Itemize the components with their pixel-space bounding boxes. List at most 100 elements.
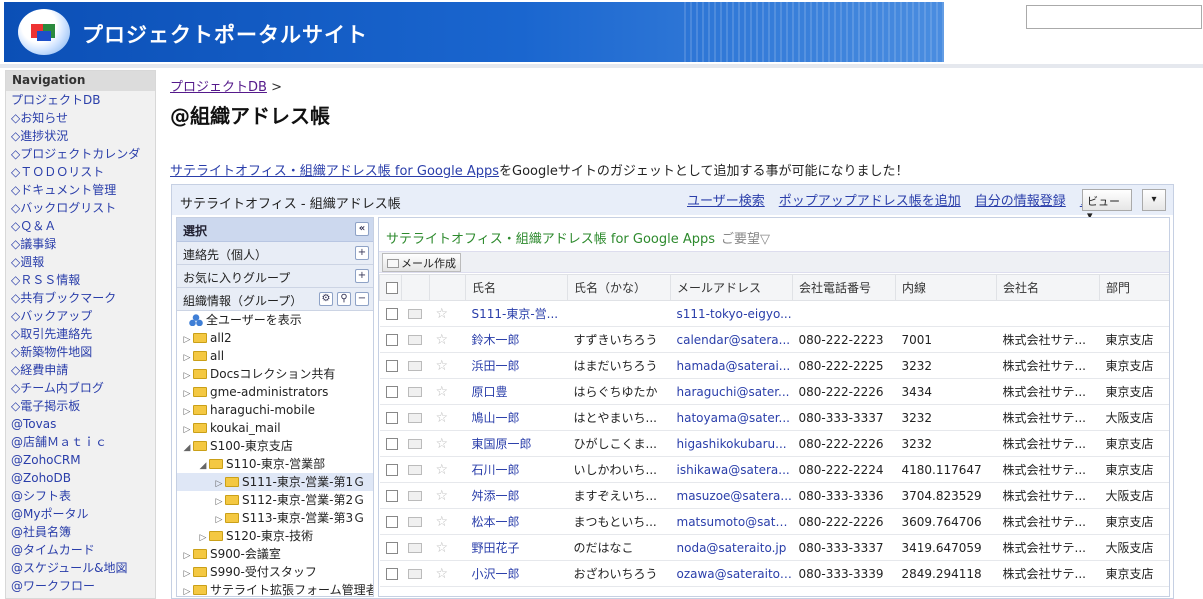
gadget-menu-button[interactable]: ▾ bbox=[1142, 189, 1166, 211]
tree-node[interactable]: ▷ S111-東京-営業-第1Ｇ bbox=[177, 473, 373, 491]
cell-email[interactable]: ozawa@sateraito.jp bbox=[670, 560, 793, 587]
tree-node[interactable]: ▷ all bbox=[177, 347, 373, 365]
nav-item[interactable]: @スケジュール&地図 bbox=[6, 559, 155, 577]
cell-name[interactable]: 鳩山一郎 bbox=[465, 404, 568, 431]
table-row[interactable]: ☆ 原口豊 はらぐちゆたか haraguchi@sater... 080-222-222… bbox=[379, 378, 1169, 405]
view-dropdown[interactable]: ビュー ▾ bbox=[1082, 189, 1132, 222]
nav-item[interactable]: プロジェクトDB bbox=[6, 91, 155, 109]
nav-item[interactable]: ◇新築物件地図 bbox=[6, 343, 155, 361]
site-title[interactable]: プロジェクトポータルサイト bbox=[82, 19, 368, 49]
tree-node[interactable]: ▷ S112-東京-営業-第2Ｇ bbox=[177, 491, 373, 509]
star-icon[interactable]: ☆ bbox=[436, 566, 449, 582]
row-checkbox[interactable] bbox=[385, 541, 398, 554]
nav-item[interactable]: ◇ＴＯＤＯリスト bbox=[6, 163, 155, 181]
header-name[interactable]: 氏名 bbox=[465, 274, 568, 301]
section-organization-groups[interactable]: 組織情報（グループ） − ⚙ ⚲ bbox=[177, 288, 373, 311]
cell-name[interactable]: 舛添一郎 bbox=[465, 482, 568, 509]
envelope-icon[interactable] bbox=[407, 386, 422, 397]
cell-name[interactable]: 石川一郎 bbox=[465, 456, 568, 483]
nav-item[interactable]: ◇バックアップ bbox=[6, 307, 155, 325]
table-row[interactable]: ☆ 舛添一郎 ますぞえいち... masuzoe@satera... 080-333-3… bbox=[379, 482, 1169, 509]
settings-icon[interactable]: ⚙ bbox=[319, 292, 333, 306]
tree-node[interactable]: ▷ サテライト拡張フォーム管理者 bbox=[177, 581, 373, 596]
nav-item[interactable]: ◇お知らせ bbox=[6, 109, 155, 127]
envelope-icon[interactable] bbox=[407, 438, 422, 449]
star-icon[interactable]: ☆ bbox=[436, 306, 449, 322]
tree-node[interactable]: ◢ S110-東京-営業部 bbox=[177, 455, 373, 473]
tree-node[interactable]: ▷ all2 bbox=[177, 329, 373, 347]
cell-email[interactable]: higashikokubaru... bbox=[670, 430, 793, 457]
row-checkbox[interactable] bbox=[385, 489, 398, 502]
nav-item[interactable]: @タイムカード bbox=[6, 541, 155, 559]
envelope-icon[interactable] bbox=[407, 542, 422, 553]
star-icon[interactable]: ☆ bbox=[436, 358, 449, 374]
nav-item[interactable]: ◇プロジェクトカレンダ bbox=[6, 145, 155, 163]
tree-node[interactable]: ▷ koukai_mail bbox=[177, 419, 373, 437]
add-popup-addressbook-link[interactable]: ポップアップアドレス帳を追加 bbox=[779, 194, 961, 209]
site-search-input[interactable] bbox=[1026, 5, 1202, 29]
row-checkbox[interactable] bbox=[385, 411, 398, 424]
nav-item[interactable]: ◇進捗状況 bbox=[6, 127, 155, 145]
header-company[interactable]: 会社名 bbox=[996, 274, 1100, 301]
tree-node[interactable]: ▷ S900-会議室 bbox=[177, 545, 373, 563]
cell-email[interactable]: ishikawa@satera... bbox=[670, 456, 793, 483]
nav-item[interactable]: ◇バックログリスト bbox=[6, 199, 155, 217]
nav-item[interactable]: ◇Ｑ＆Ａ bbox=[6, 217, 155, 235]
site-banner[interactable]: プロジェクトポータルサイト bbox=[4, 2, 944, 62]
cell-name[interactable]: S111-東京-営... bbox=[465, 300, 568, 327]
header-department[interactable]: 部門 bbox=[1099, 274, 1169, 301]
nav-item[interactable]: @Myポータル bbox=[6, 505, 155, 523]
star-icon[interactable]: ☆ bbox=[436, 384, 449, 400]
register-my-info-link[interactable]: 自分の情報登録 bbox=[975, 194, 1066, 209]
cell-name[interactable]: 小沢一郎 bbox=[465, 560, 568, 587]
row-checkbox[interactable] bbox=[385, 515, 398, 528]
nav-item[interactable]: ◇ＲＳＳ情報 bbox=[6, 271, 155, 289]
envelope-icon[interactable] bbox=[407, 568, 422, 579]
table-row[interactable]: ☆ 野田花子 のだはなこ noda@sateraito.jp 080-333-3337 3… bbox=[379, 534, 1169, 561]
nav-item[interactable]: @店舗Ｍａｔｉｃ bbox=[6, 433, 155, 451]
table-row[interactable]: ☆ 石川一郎 いしかわいち... ishikawa@satera... 080-222-… bbox=[379, 456, 1169, 483]
collapse-organization-button[interactable]: − bbox=[355, 292, 369, 306]
tree-node[interactable]: ▷ gme-administrators bbox=[177, 383, 373, 401]
select-all-checkbox[interactable] bbox=[386, 281, 398, 294]
row-checkbox[interactable] bbox=[385, 567, 398, 580]
nav-item[interactable]: ◇電子掲示板 bbox=[6, 397, 155, 415]
collapse-panel-button[interactable]: « bbox=[355, 222, 369, 236]
compose-mail-button[interactable]: メール作成 bbox=[382, 253, 461, 272]
cell-name[interactable]: 松本一郎 bbox=[465, 508, 568, 535]
intro-gadget-link[interactable]: サテライトオフィス・組織アドレス帳 for Google Apps bbox=[170, 164, 499, 179]
caret-right-icon[interactable]: ▷ bbox=[181, 583, 193, 596]
header-extension[interactable]: 内線 bbox=[895, 274, 997, 301]
nav-item[interactable]: ◇ドキュメント管理 bbox=[6, 181, 155, 199]
tree-node[interactable]: ▷ Docsコレクション共有 bbox=[177, 365, 373, 383]
section-favorite-groups[interactable]: お気に入りグループ + bbox=[177, 265, 373, 288]
star-icon[interactable]: ☆ bbox=[436, 410, 449, 426]
table-row[interactable]: ☆ 東国原一郎 ひがしこくま... higashikokubaru... 080-222… bbox=[379, 430, 1169, 457]
cell-email[interactable]: hamada@saterai... bbox=[670, 352, 793, 379]
tree-node[interactable]: ▷ S120-東京-技術 bbox=[177, 527, 373, 545]
row-checkbox[interactable] bbox=[385, 359, 398, 372]
add-favorite-group-button[interactable]: + bbox=[355, 269, 369, 283]
nav-item[interactable]: ◇共有ブックマーク bbox=[6, 289, 155, 307]
nav-item[interactable]: ◇取引先連絡先 bbox=[6, 325, 155, 343]
envelope-icon[interactable] bbox=[407, 490, 422, 501]
tree-node[interactable]: ▷ S113-東京-営業-第3Ｇ bbox=[177, 509, 373, 527]
cell-name[interactable]: 鈴木一郎 bbox=[465, 326, 568, 353]
cell-email[interactable]: matsumoto@sate... bbox=[670, 508, 793, 535]
row-checkbox[interactable] bbox=[385, 333, 398, 346]
tree-node[interactable]: ▷ S990-受付スタッフ bbox=[177, 563, 373, 581]
table-row[interactable]: ☆ 鳩山一郎 はとやまいち... hatoyama@sater... 080-333-3… bbox=[379, 404, 1169, 431]
header-company-phone[interactable]: 会社電話番号 bbox=[792, 274, 896, 301]
envelope-icon[interactable] bbox=[407, 516, 422, 527]
envelope-icon[interactable] bbox=[407, 412, 422, 423]
star-icon[interactable]: ☆ bbox=[436, 514, 449, 530]
star-icon[interactable]: ☆ bbox=[436, 332, 449, 348]
cell-email[interactable]: s111-tokyo-eigyo... bbox=[670, 300, 793, 327]
table-row[interactable]: ☆ 浜田一郎 はまだいちろう hamada@saterai... 080-222-222… bbox=[379, 352, 1169, 379]
table-row[interactable]: ☆ 小沢一郎 おざわいちろう ozawa@sateraito.jp 080-333-33… bbox=[379, 560, 1169, 587]
row-checkbox[interactable] bbox=[385, 385, 398, 398]
cell-email[interactable]: masuzoe@satera... bbox=[670, 482, 793, 509]
binoculars-icon[interactable]: ⚲ bbox=[337, 292, 351, 306]
cell-email[interactable]: haraguchi@sater... bbox=[670, 378, 793, 405]
cell-name[interactable]: 浜田一郎 bbox=[465, 352, 568, 379]
